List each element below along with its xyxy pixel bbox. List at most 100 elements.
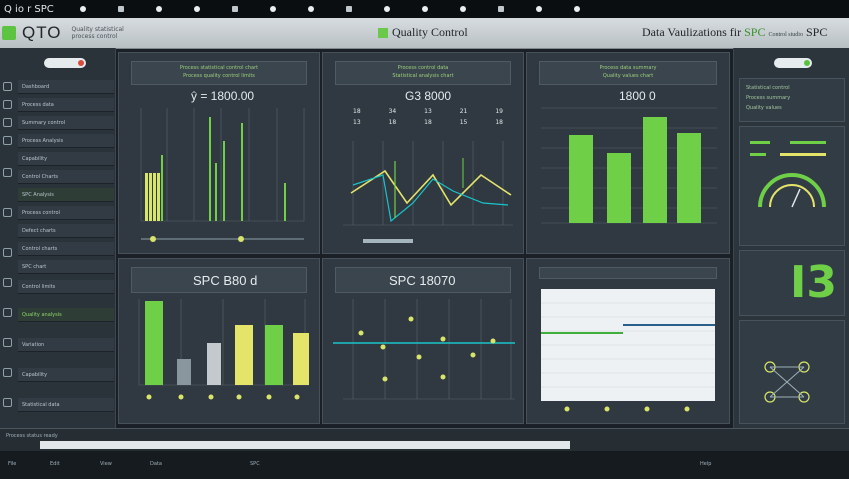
window-icon[interactable] (232, 6, 238, 12)
panel-3-chart (541, 107, 717, 224)
sidebar-toggle[interactable] (44, 58, 86, 68)
data-icon[interactable] (3, 208, 12, 217)
bar (177, 359, 191, 385)
bottom-bar: File Edit View Data SPC Help (0, 451, 849, 479)
sidebar-item[interactable]: Capability (18, 368, 114, 382)
app-logo-icon (2, 26, 16, 40)
top-system-bar: Q io r SPC (0, 0, 849, 18)
sidebar-item[interactable]: Control charts (18, 242, 114, 256)
sidebar-item[interactable]: SPC chart (18, 260, 114, 274)
gauge-needle-icon (791, 188, 801, 208)
sidebar-item[interactable]: Defect charts (18, 224, 114, 238)
bar (145, 301, 163, 385)
app-title: QTO (22, 23, 62, 42)
right-line-2: Process summary (746, 95, 791, 101)
apple-icon[interactable] (308, 6, 314, 12)
sidebar-item[interactable]: Summary control (18, 116, 114, 130)
quality-icon (378, 27, 388, 38)
apple-icon[interactable] (460, 6, 466, 12)
toggle-dot (78, 60, 84, 66)
bottom-item[interactable]: Data (150, 461, 162, 467)
bar (643, 117, 667, 223)
apple-icon[interactable] (156, 6, 162, 12)
panel-2-chart (343, 141, 513, 243)
right-line-3: Quality values (746, 105, 782, 111)
panel-5-chart (333, 299, 515, 400)
system-brand: Q io r SPC (4, 3, 54, 15)
bar (209, 117, 211, 221)
apple-icon[interactable] (574, 6, 580, 12)
bar (265, 325, 283, 385)
window-icon[interactable] (346, 6, 352, 12)
chart-icon[interactable] (3, 308, 12, 317)
toggle-dot (804, 60, 810, 66)
header-right-title: Data Vaulizations fir SPC Control studio… (642, 25, 828, 39)
gauge-icon[interactable] (3, 278, 12, 287)
filter-icon[interactable] (3, 168, 12, 177)
series-line-yellow (350, 169, 512, 207)
settings-icon[interactable] (3, 136, 12, 145)
bar (677, 133, 701, 223)
menu-icon[interactable] (118, 6, 124, 12)
sidebar-item[interactable]: SPC Analysis (18, 188, 114, 202)
status-label: Process status ready (6, 433, 58, 439)
chart-icon[interactable] (3, 100, 12, 109)
list-icon[interactable] (3, 118, 12, 127)
chart-panel-4: SPC B80 d (118, 258, 320, 424)
bottom-item[interactable]: Help (700, 461, 711, 467)
apple-icon[interactable] (194, 6, 200, 12)
panel-2-scroll[interactable] (363, 239, 413, 243)
home-icon[interactable] (3, 82, 12, 91)
chart-icon[interactable] (3, 398, 12, 407)
apple-icon[interactable] (536, 6, 542, 12)
bar (223, 141, 225, 221)
sidebar-item[interactable]: Process control (18, 206, 114, 220)
chart-icon[interactable] (3, 248, 12, 257)
bar (241, 123, 243, 221)
bar (569, 135, 593, 223)
bar (607, 153, 631, 223)
apple-icon[interactable] (80, 6, 86, 12)
bottom-item[interactable]: SPC (250, 461, 260, 467)
bottom-item[interactable]: View (100, 461, 112, 467)
chart-panel-6 (526, 258, 730, 424)
right-glyph-box: I3 (739, 250, 845, 316)
apple-icon[interactable] (384, 6, 390, 12)
right-line-1: Statistical control (746, 85, 790, 91)
right-diagram-box (739, 320, 845, 424)
sidebar-item[interactable]: Statistical data (18, 398, 114, 412)
sidebar-item[interactable]: Process Analysis (18, 134, 114, 148)
chart-panel-3: Process data summary Quality values char… (526, 52, 730, 254)
sidebar-item[interactable]: Control limits (18, 280, 114, 294)
chart-icon[interactable] (3, 368, 12, 377)
right-gauge-box (739, 126, 845, 246)
bar (153, 173, 156, 221)
slider-handle-icon[interactable] (150, 236, 156, 242)
bottom-item[interactable]: File (8, 461, 16, 467)
bottom-item[interactable]: Edit (50, 461, 60, 467)
panel-6-chart (541, 289, 715, 412)
chart-icon[interactable] (3, 338, 12, 347)
slider-handle-icon[interactable] (238, 236, 244, 242)
chart-panel-5: SPC 18070 (322, 258, 524, 424)
bar (145, 173, 148, 221)
bar (149, 173, 152, 221)
bar (207, 343, 221, 385)
window-icon[interactable] (498, 6, 504, 12)
status-progress (40, 441, 570, 449)
apple-icon[interactable] (422, 6, 428, 12)
sidebar-item[interactable]: Quality analysis (18, 308, 114, 322)
sidebar-item[interactable]: Variation (18, 338, 114, 352)
sidebar-item[interactable]: Control Charts (18, 170, 114, 184)
bar (215, 163, 217, 221)
bar (161, 155, 163, 221)
status-bar: Process status ready (0, 428, 849, 452)
sidebar-item[interactable]: Capability (18, 152, 114, 166)
sidebar-item[interactable]: Dashboard (18, 80, 114, 94)
sidebar-item[interactable]: Process data (18, 98, 114, 112)
chart-panel-2: Process control data Statistical analysi… (322, 52, 524, 254)
apple-icon[interactable] (270, 6, 276, 12)
right-info-box: Statistical control Process summary Qual… (739, 78, 845, 122)
bar (293, 333, 309, 385)
right-toggle[interactable] (774, 58, 812, 68)
